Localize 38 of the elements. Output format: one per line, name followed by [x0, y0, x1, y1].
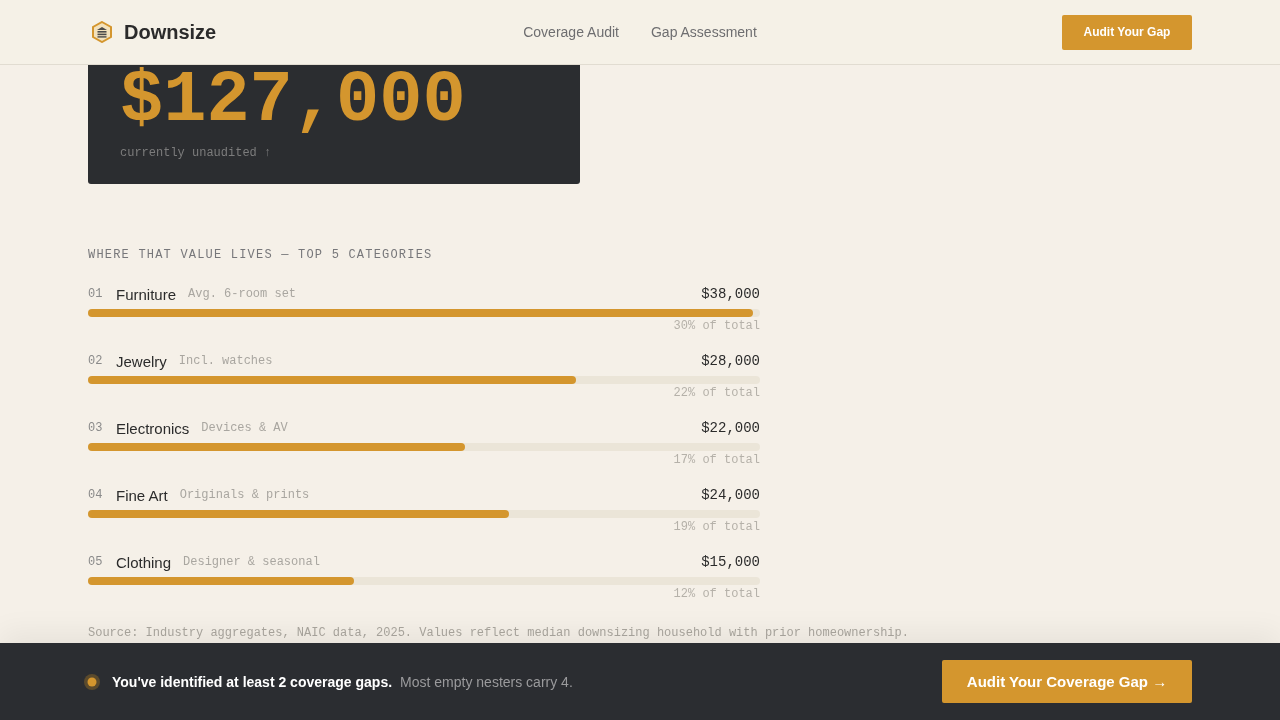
- brand-name: Downsize: [124, 20, 217, 44]
- category-name: Furniture: [116, 285, 177, 303]
- category-index: 05: [88, 555, 104, 569]
- category-note: Designer & seasonal: [183, 555, 320, 569]
- category-value: $24,000: [701, 487, 760, 503]
- category-note: Originals & prints: [179, 488, 310, 502]
- category-name: Fine Art: [116, 486, 168, 504]
- banner-headline: You've identified at least 2 coverage gaps.: [112, 673, 393, 690]
- category-share: 19% of total: [673, 520, 760, 534]
- category-share: 30% of total: [673, 319, 760, 333]
- hexagon-logo-icon: [92, 21, 112, 43]
- category-share: 12% of total: [673, 587, 760, 601]
- category-index: 04: [88, 488, 104, 502]
- category-index: 01: [88, 287, 104, 301]
- audit-coverage-gap-button[interactable]: Audit Your Coverage Gap →: [942, 660, 1192, 703]
- category-name: Jewelry: [116, 352, 167, 370]
- hero-caption: currently unaudited ↑: [120, 145, 273, 161]
- category-index: 03: [88, 421, 104, 435]
- source-note: Source: Industry aggregates, NAIC data, 2025. Values reflect median downsizing household with prior homeownership.: [88, 626, 910, 640]
- category-name: Electronics: [116, 419, 190, 437]
- status-dot-icon: [84, 673, 100, 690]
- category-note: Incl. watches: [178, 354, 273, 368]
- category-value: $22,000: [701, 420, 760, 436]
- category-value: $15,000: [701, 554, 760, 570]
- category-share: 17% of total: [673, 453, 760, 467]
- category-index: 02: [88, 354, 104, 368]
- section-heading: WHERE THAT VALUE LIVES — TOP 5 CATEGORIES: [88, 248, 434, 262]
- category-value: $38,000: [701, 286, 760, 302]
- category-share: 22% of total: [673, 386, 760, 400]
- nav-link[interactable]: Gap Assessment: [650, 24, 757, 40]
- category-note: Avg. 6-room set: [188, 287, 297, 301]
- category-note: Devices & AV: [201, 421, 288, 435]
- category-name: Clothing: [116, 553, 172, 571]
- category-value: $28,000: [701, 353, 760, 369]
- audit-gap-button[interactable]: Audit Your Gap: [1062, 14, 1192, 50]
- banner-detail: Most empty nesters carry 4.: [400, 673, 573, 690]
- total-amount: $127,000: [120, 65, 467, 137]
- nav-link[interactable]: Coverage Audit: [523, 24, 619, 40]
